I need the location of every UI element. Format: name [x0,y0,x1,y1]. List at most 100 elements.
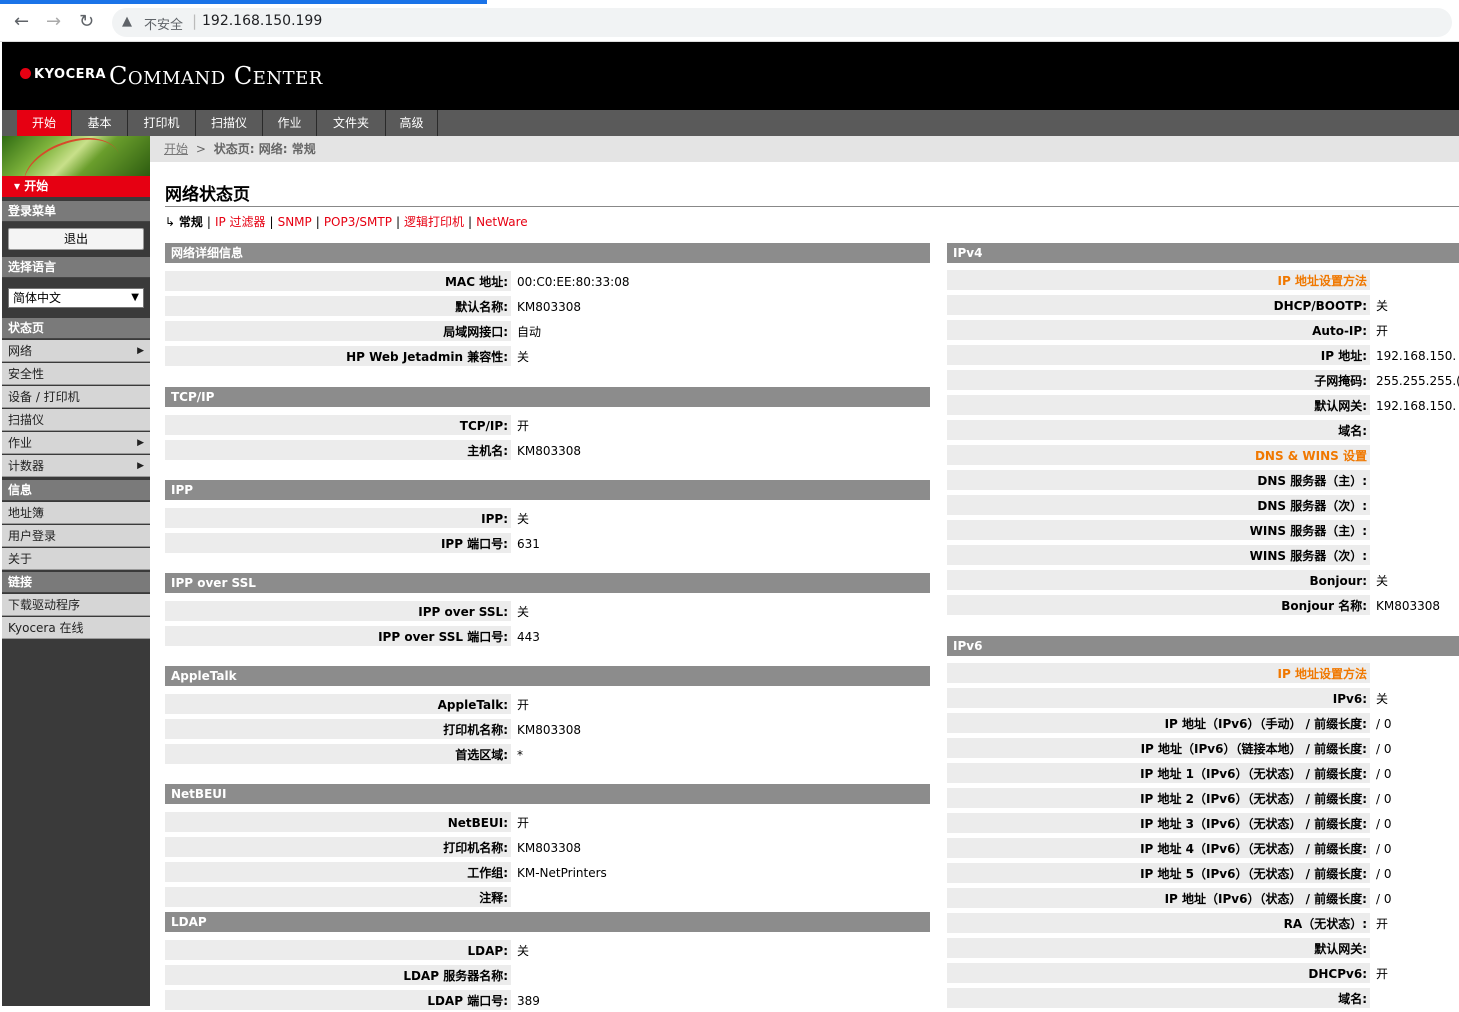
right-section-row-label: IP 地址（IPv6）（状态） / 前缀长度: [1164,892,1367,906]
tab-4[interactable]: 作业 [263,110,317,136]
right-section-row: IP 地址 5（IPv6）（无状态） / 前缀长度:/ 0 [947,863,1459,885]
kyocera-mark-icon [20,68,31,79]
sidebar-item-info-0[interactable]: 地址簿 [2,502,150,524]
warning-triangle-icon[interactable]: ▲ [122,14,132,29]
reload-icon[interactable]: ↻ [79,12,94,32]
right-section-row-value: / 0 [1370,713,1459,735]
left-section-row-value: * [511,744,930,766]
right-section-row-value: 开 [1370,963,1459,985]
sidebar-item-status-3[interactable]: 扫描仪 [2,409,150,431]
right-section-row-label: DHCPv6: [1308,967,1367,981]
subnav-link-4[interactable]: NetWare [476,215,528,229]
right-section-row-value: / 0 [1370,838,1459,860]
sidebar-item-status-5[interactable]: 计数器 ▶ [2,455,150,477]
logout-button[interactable]: 退出 [8,228,144,250]
subnav-separator: | [315,215,320,229]
right-section-row-label: WINS 服务器（主）: [1249,524,1367,538]
right-section-row-value: 开 [1370,320,1459,342]
back-arrow-icon[interactable]: ← [14,12,29,32]
sidebar-item-status-1-label: 安全性 [8,367,45,381]
right-section-row: IP 地址 2（IPv6）（无状态） / 前缀长度:/ 0 [947,788,1459,810]
sidebar-item-link-0[interactable]: 下载驱动程序 [2,594,150,616]
main-menu-bar: 开始 基本 打印机 扫描仪 作业 文件夹 高级 [2,110,1459,136]
right-section-row-label: 域名: [1338,424,1367,438]
left-section-row-label: IPP over SSL 端口号: [378,630,508,644]
left-section-row-value: KM803308 [511,837,930,859]
left-section-row-label: LDAP: [467,944,509,958]
tab-3[interactable]: 扫描仪 [196,110,263,136]
left-section-header-0: 网络详细信息 [165,243,930,263]
subnav-current: 常规 [178,215,203,229]
left-section-row-value: 关 [511,940,930,962]
right-section-row-label: 默认网关: [1314,942,1367,956]
subnav-separator: | [206,215,211,229]
tab-0[interactable]: 开始 [17,110,72,136]
right-section-row: WINS 服务器（主）: [947,520,1459,542]
tab-6[interactable]: 高级 [386,110,438,136]
left-section-row: MAC 地址: 00:C0:EE:80:33:08 [165,271,930,293]
security-status[interactable]: 不安全 [144,14,183,33]
subnav-link-1[interactable]: SNMP [278,215,312,229]
left-section-row-label: 打印机名称: [443,723,508,737]
language-select-value: 简体中文 [13,291,62,305]
left-section-row: 默认名称: KM803308 [165,296,930,318]
language-select[interactable]: 简体中文 ▼ [8,288,144,308]
app-header: KYOCERA COMMAND CENTER [2,42,1459,110]
subnav-link-3[interactable]: 逻辑打印机 [404,215,464,229]
app-name-rest1: OMMAND [127,68,226,89]
sidebar-login-header: 登录菜单 [2,201,150,222]
right-section-row-value: / 0 [1370,788,1459,810]
right-section-row: IP 地址设置方法 [947,663,1459,685]
right-section-row: RA（无状态）: 开 [947,913,1459,935]
right-section-row-value [1370,445,1459,467]
right-section-row-value [1370,938,1459,960]
kyocera-logo: KYOCERA [20,67,106,82]
right-section-row-value [1370,663,1459,685]
left-section-row-value: 关 [511,346,930,368]
sidebar-item-status-0-label: 网络 [8,344,33,358]
left-section-row: 打印机名称: KM803308 [165,719,930,741]
sidebar-item-status-2[interactable]: 设备 / 打印机 [2,386,150,408]
right-section-row-label: IP 地址设置方法 [1277,274,1367,288]
sidebar-start-item[interactable]: ▾ 开始 [2,176,150,197]
left-section-row-value [511,887,930,909]
sidebar-item-info-2[interactable]: 关于 [2,548,150,570]
sidebar-item-status-1[interactable]: 安全性 [2,363,150,385]
active-tab-indicator [0,0,487,4]
right-section-row: DNS 服务器（次）: [947,495,1459,517]
sidebar-status-header: 状态页 [2,318,150,339]
breadcrumb: 开始 > 状态页: 网络: 常规 [150,136,1459,162]
left-section-row-label: 局域网接口: [443,325,508,339]
right-section-row-label: 默认网关: [1314,399,1367,413]
tab-2[interactable]: 打印机 [128,110,196,136]
right-section-row-label: 域名: [1338,992,1367,1006]
left-section-header-6: LDAP [165,912,930,932]
right-section-row: IP 地址 4（IPv6）（无状态） / 前缀长度:/ 0 [947,838,1459,860]
forward-arrow-icon[interactable]: → [46,12,61,32]
breadcrumb-home-link[interactable]: 开始 [164,142,188,156]
app-name: COMMAND CENTER [109,62,323,90]
right-section-row-label: IP 地址: [1320,349,1367,363]
subnav-link-0[interactable]: IP 过滤器 [215,215,266,229]
url-text[interactable]: 192.168.150.199 [202,13,322,29]
left-section-row-value: 389 [511,990,930,1012]
sidebar-item-status-0[interactable]: 网络 ▶ [2,340,150,362]
subnav-separator: | [395,215,400,229]
sidebar-item-info-1[interactable]: 用户登录 [2,525,150,547]
sidebar-item-link-1[interactable]: Kyocera 在线 [2,617,150,639]
tab-5[interactable]: 文件夹 [317,110,386,136]
right-section-row-label: IP 地址设置方法 [1277,667,1367,681]
sidebar-language-header: 选择语言 [2,257,150,278]
left-section-row-value [511,965,930,987]
left-section-row: HP Web Jetadmin 兼容性: 关 [165,346,930,368]
right-section-row: IP 地址设置方法 [947,270,1459,292]
right-section-row-label: RA（无状态）: [1283,917,1367,931]
tab-1[interactable]: 基本 [72,110,128,136]
address-bar[interactable]: ▲ 不安全 | 192.168.150.199 [112,8,1452,37]
right-section-row: IP 地址（IPv6）（状态） / 前缀长度:/ 0 [947,888,1459,910]
subnav-link-2[interactable]: POP3/SMTP [324,215,392,229]
right-section-row-value [1370,545,1459,567]
breadcrumb-separator: > [195,142,206,156]
sidebar-item-status-4[interactable]: 作业 ▶ [2,432,150,454]
left-section-row: IPP over SSL: 关 [165,601,930,623]
